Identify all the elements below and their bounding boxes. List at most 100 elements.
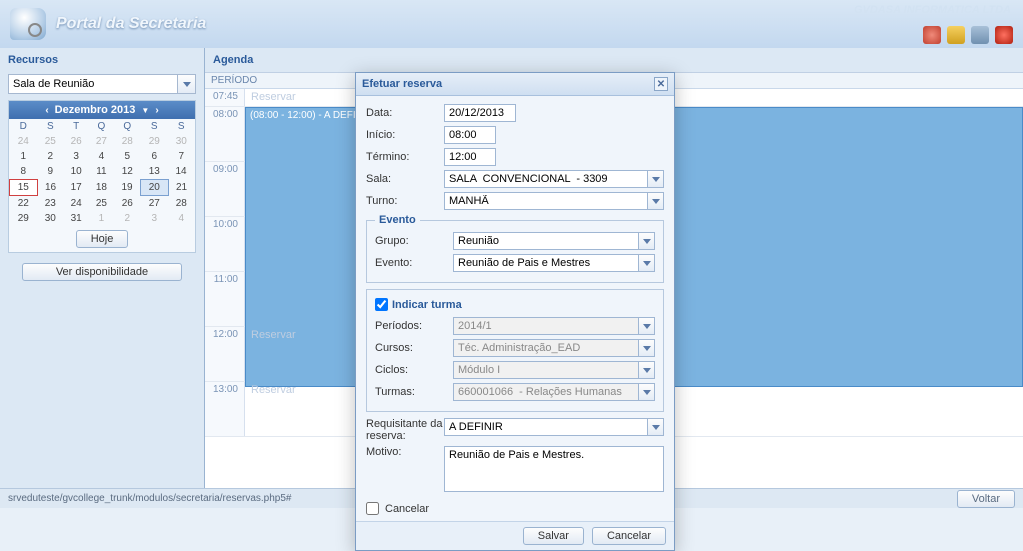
requester-combo[interactable]: [444, 418, 664, 436]
start-time-input[interactable]: [444, 126, 496, 144]
chevron-down-icon[interactable]: ▼: [141, 106, 149, 115]
printer-icon[interactable]: [971, 26, 989, 44]
calendar-day[interactable]: 27: [89, 134, 114, 149]
dialog-titlebar[interactable]: Efetuar reserva ✕: [356, 73, 674, 96]
cycles-combo-input[interactable]: [453, 361, 639, 379]
calendar-day[interactable]: 2: [114, 211, 140, 226]
availability-button[interactable]: Ver disponibilidade: [22, 263, 182, 281]
calendar-day[interactable]: 7: [168, 149, 194, 164]
shift-combo-input[interactable]: [444, 192, 648, 210]
calendar-day[interactable]: 27: [140, 196, 168, 212]
close-icon[interactable]: ✕: [654, 77, 668, 91]
agenda-time-label: 08:00: [205, 107, 245, 161]
calendar-day[interactable]: 15: [10, 180, 38, 196]
chevron-down-icon[interactable]: [639, 317, 655, 335]
chevron-down-icon[interactable]: [639, 339, 655, 357]
calendar-grid: DSTQQSS 24252627282930123456789101112131…: [9, 119, 195, 226]
calendar-day[interactable]: 8: [10, 164, 38, 180]
calendar-day[interactable]: 28: [114, 134, 140, 149]
indicate-class-checkbox[interactable]: [375, 298, 388, 311]
calendar-day[interactable]: 5: [114, 149, 140, 164]
calendar-day[interactable]: 3: [140, 211, 168, 226]
chevron-down-icon[interactable]: [648, 192, 664, 210]
reason-textarea[interactable]: [444, 446, 664, 492]
resources-title: Recursos: [0, 48, 204, 72]
calendar-today-button[interactable]: Hoje: [76, 230, 129, 248]
save-button[interactable]: Salvar: [523, 527, 584, 545]
calendar-prev-icon[interactable]: ‹: [45, 105, 48, 116]
calendar-day[interactable]: 21: [168, 180, 194, 196]
calendar-next-icon[interactable]: ›: [155, 105, 158, 116]
group-combo[interactable]: [453, 232, 655, 250]
room-combo-input[interactable]: [444, 170, 648, 188]
calendar-day[interactable]: 4: [168, 211, 194, 226]
calendar-day[interactable]: 13: [140, 164, 168, 180]
calendar-day[interactable]: 22: [10, 196, 38, 212]
end-time-input[interactable]: [444, 148, 496, 166]
chevron-down-icon[interactable]: [648, 418, 664, 436]
courses-combo[interactable]: [453, 339, 655, 357]
cycles-combo[interactable]: [453, 361, 655, 379]
calendar-day[interactable]: 1: [10, 149, 38, 164]
back-button[interactable]: Voltar: [957, 490, 1015, 508]
event-combo[interactable]: [453, 254, 655, 272]
chevron-down-icon[interactable]: [639, 232, 655, 250]
calendar-day[interactable]: 26: [63, 134, 88, 149]
calendar-day[interactable]: 6: [140, 149, 168, 164]
label-ciclos: Ciclos:: [375, 364, 453, 376]
calendar-day[interactable]: 25: [37, 134, 63, 149]
label-periodos: Períodos:: [375, 320, 453, 332]
calendar-day[interactable]: 23: [37, 196, 63, 212]
chevron-down-icon[interactable]: [639, 383, 655, 401]
room-combo[interactable]: [444, 170, 664, 188]
power-icon[interactable]: [995, 26, 1013, 44]
group-combo-input[interactable]: [453, 232, 639, 250]
calendar-day[interactable]: 28: [168, 196, 194, 212]
calendar-day[interactable]: 4: [89, 149, 114, 164]
periods-combo[interactable]: [453, 317, 655, 335]
calendar-day[interactable]: 29: [10, 211, 38, 226]
calendar-day[interactable]: 12: [114, 164, 140, 180]
calendar-day[interactable]: 10: [63, 164, 88, 180]
calendar-day[interactable]: 30: [168, 134, 194, 149]
cancel-button[interactable]: Cancelar: [592, 527, 666, 545]
room-dropdown-button[interactable]: [178, 74, 196, 94]
agenda-time-label: 09:00: [205, 162, 245, 216]
calendar-day[interactable]: 11: [89, 164, 114, 180]
room-select[interactable]: [8, 74, 196, 94]
calendar-day[interactable]: 2: [37, 149, 63, 164]
cancel-checkbox[interactable]: [366, 502, 379, 515]
calendar-day[interactable]: 16: [37, 180, 63, 196]
classes-combo-input[interactable]: [453, 383, 639, 401]
calendar-day[interactable]: 9: [37, 164, 63, 180]
calendar-day[interactable]: 24: [10, 134, 38, 149]
key-icon[interactable]: [947, 26, 965, 44]
shift-combo[interactable]: [444, 192, 664, 210]
calendar-day[interactable]: 17: [63, 180, 88, 196]
calendar-day[interactable]: 25: [89, 196, 114, 212]
calendar-day[interactable]: 31: [63, 211, 88, 226]
event-combo-input[interactable]: [453, 254, 639, 272]
calendar-day[interactable]: 24: [63, 196, 88, 212]
room-input[interactable]: [8, 74, 178, 94]
calendar-day[interactable]: 18: [89, 180, 114, 196]
calendar-day[interactable]: 1: [89, 211, 114, 226]
date-input[interactable]: [444, 104, 516, 122]
globe-icon[interactable]: [923, 26, 941, 44]
chevron-down-icon[interactable]: [639, 361, 655, 379]
chevron-down-icon[interactable]: [648, 170, 664, 188]
classes-combo[interactable]: [453, 383, 655, 401]
requester-combo-input[interactable]: [444, 418, 648, 436]
calendar-day[interactable]: 30: [37, 211, 63, 226]
calendar-day[interactable]: 20: [140, 180, 168, 196]
calendar-day[interactable]: 26: [114, 196, 140, 212]
courses-combo-input[interactable]: [453, 339, 639, 357]
calendar-day[interactable]: 19: [114, 180, 140, 196]
calendar-day[interactable]: 14: [168, 164, 194, 180]
chevron-down-icon[interactable]: [639, 254, 655, 272]
periods-combo-input[interactable]: [453, 317, 639, 335]
calendar-day[interactable]: 29: [140, 134, 168, 149]
calendar-month-label[interactable]: Dezembro 2013: [55, 104, 136, 116]
header-toolbar: [923, 26, 1013, 44]
calendar-day[interactable]: 3: [63, 149, 88, 164]
